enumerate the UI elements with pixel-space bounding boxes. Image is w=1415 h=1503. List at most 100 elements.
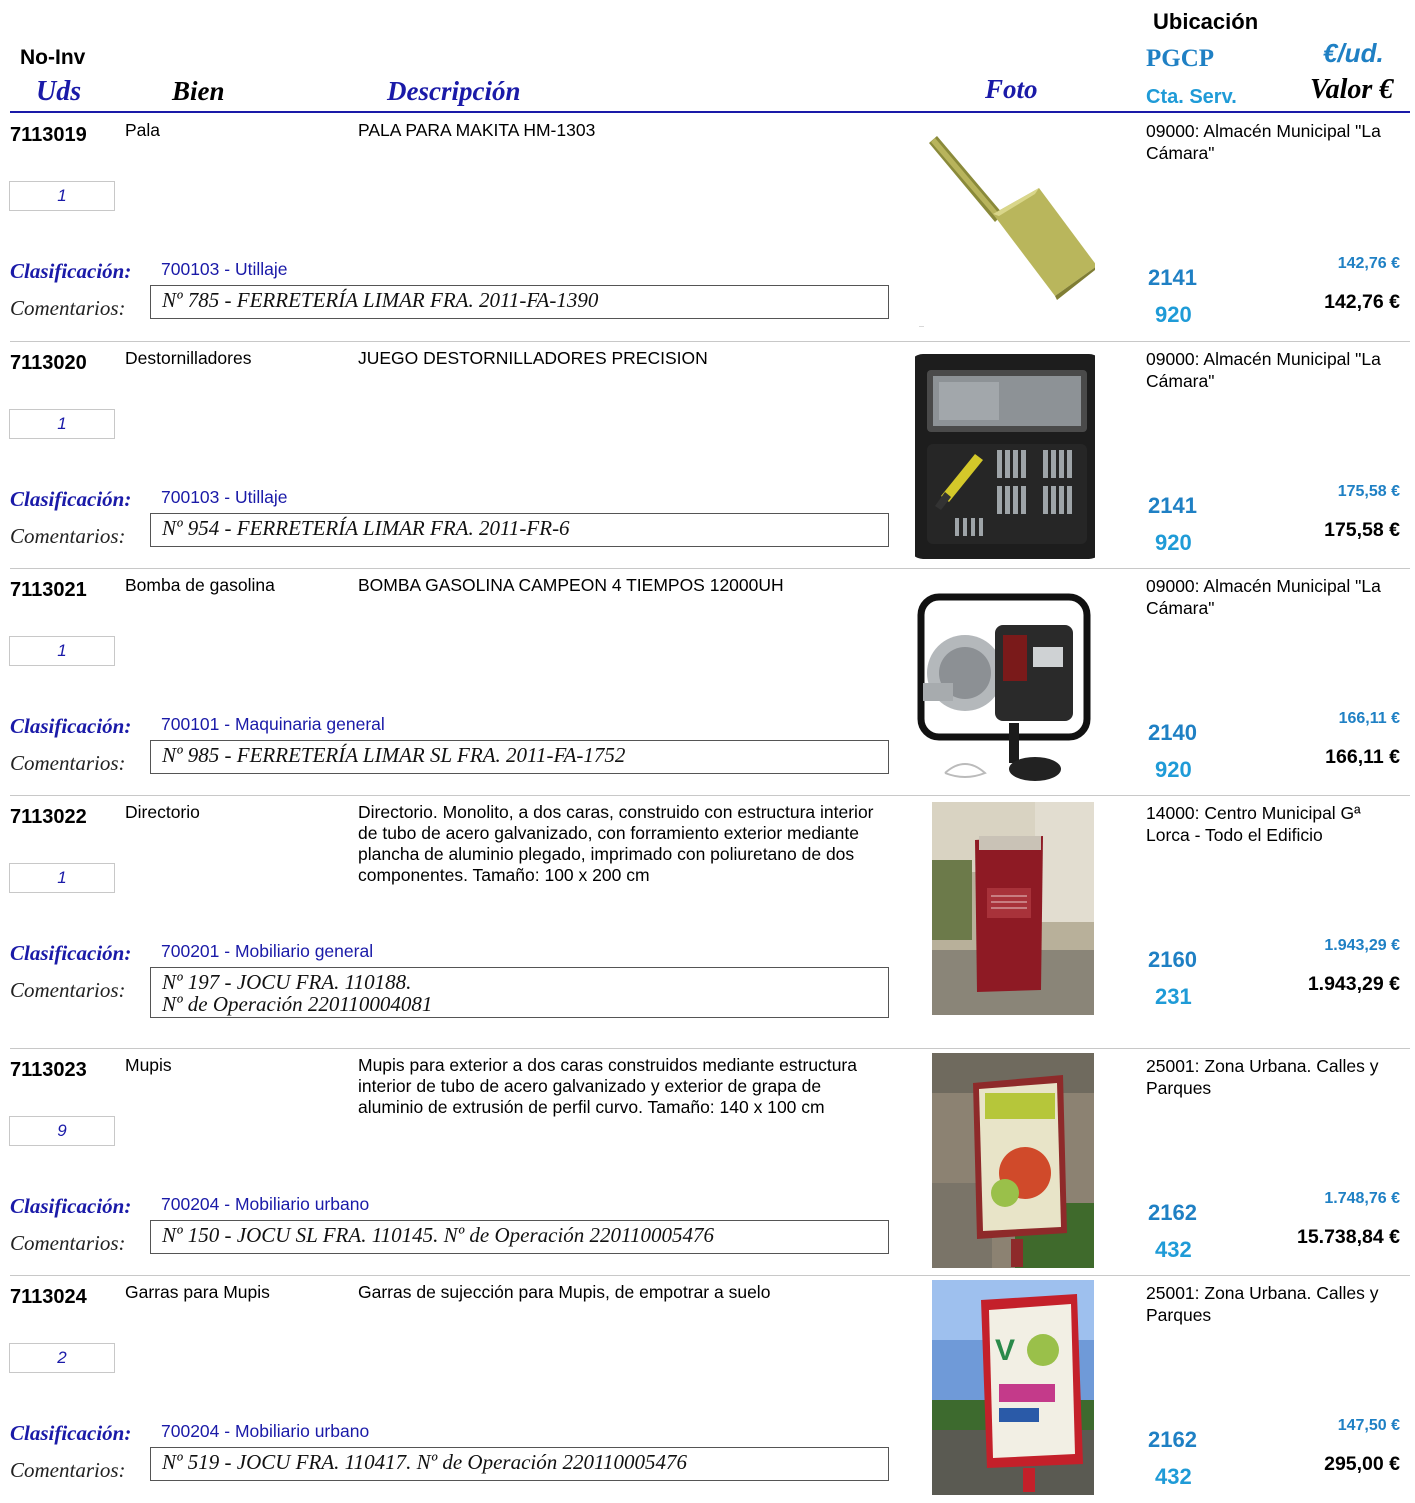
record-valor: 175,58 € [1324, 519, 1400, 541]
record-bien: Directorio [125, 802, 200, 822]
record-ubicacion: 09000: Almacén Municipal "La Cámara" [1146, 121, 1381, 163]
record-valor: 166,11 € [1325, 746, 1400, 768]
mupi-street-photo [932, 1053, 1094, 1268]
comentarios-label: Comentarios: [10, 296, 126, 320]
header-uds: Uds [36, 76, 82, 107]
mupi-park-photo: V [932, 1280, 1094, 1495]
header-no-inv: No-Inv [20, 46, 86, 69]
directory-monolith-photo [932, 802, 1094, 1015]
header-divider [10, 111, 1410, 113]
record-comentarios-box: Nº 150 - JOCU SL FRA. 110145. Nº de Oper… [150, 1220, 889, 1254]
record-comentarios-box: Nº 785 - FERRETERÍA LIMAR FRA. 2011-FA-1… [150, 285, 889, 319]
record-pgcp: 2141 [1148, 265, 1197, 290]
clasificacion-label: Clasificación: [10, 941, 132, 965]
comentarios-label: Comentarios: [10, 1231, 126, 1255]
clasificacion-label: Clasificación: [10, 1421, 132, 1445]
record-cta-serv: 231 [1155, 984, 1192, 1009]
record-descripcion: JUEGO DESTORNILLADORES PRECISION [358, 348, 708, 368]
record-comentarios-box: Nº 519 - JOCU FRA. 110417. Nº de Operaci… [150, 1447, 889, 1481]
header-cta-serv: Cta. Serv. [1146, 86, 1237, 108]
record-comentarios: Nº 150 - JOCU SL FRA. 110145. Nº de Oper… [162, 1223, 714, 1247]
comentarios-label: Comentarios: [10, 751, 126, 775]
inventory-record: 7113021 Bomba de gasolina BOMBA GASOLINA… [0, 569, 1415, 796]
record-cta-serv: 920 [1155, 757, 1192, 782]
record-eur-ud: 1.943,29 € [1324, 937, 1400, 954]
record-pgcp: 2162 [1148, 1427, 1197, 1452]
record-cta-serv: 432 [1155, 1464, 1192, 1489]
record-inventory-number: 7113021 [10, 579, 87, 601]
record-inventory-number: 7113023 [10, 1059, 87, 1081]
record-clasificacion: 700204 - Mobiliario urbano [161, 1421, 370, 1441]
record-units-field: 1 [9, 863, 115, 893]
record-pgcp: 2140 [1148, 720, 1197, 745]
record-eur-ud: 147,50 € [1337, 1417, 1400, 1434]
header-valor: Valor € [1310, 74, 1394, 105]
record-bien: Garras para Mupis [125, 1282, 270, 1302]
record-pgcp: 2160 [1148, 947, 1197, 972]
header-descripcion: Descripción [387, 76, 521, 106]
comentarios-label: Comentarios: [10, 524, 126, 548]
inventory-record: 7113020 Destornilladores JUEGO DESTORNIL… [0, 342, 1415, 569]
record-units-field: 1 [9, 636, 115, 666]
clasificacion-label: Clasificación: [10, 259, 132, 283]
header-pgcp: PGCP [1146, 45, 1215, 72]
record-units-field: 1 [9, 181, 115, 211]
inventory-record: 7113022 Directorio Directorio. Monolito,… [0, 796, 1415, 1023]
clasificacion-label: Clasificación: [10, 714, 132, 738]
comentarios-label: Comentarios: [10, 1458, 126, 1482]
record-eur-ud: 142,76 € [1337, 255, 1400, 272]
record-cta-serv: 432 [1155, 1237, 1192, 1262]
record-clasificacion: 700101 - Maquinaria general [161, 714, 385, 734]
record-units-field: 1 [9, 409, 115, 439]
record-valor: 142,76 € [1324, 291, 1400, 313]
record-cta-serv: 920 [1155, 530, 1192, 555]
record-units-field: 2 [9, 1343, 115, 1373]
record-inventory-number: 7113024 [10, 1286, 87, 1308]
svg-text:—: — [919, 324, 924, 330]
record-clasificacion: 700103 - Utillaje [161, 259, 288, 279]
record-comentarios: Nº 519 - JOCU FRA. 110417. Nº de Operaci… [162, 1450, 687, 1474]
record-bien: Bomba de gasolina [125, 575, 275, 595]
record-inventory-number: 7113019 [10, 124, 87, 146]
record-bien: Pala [125, 120, 161, 140]
table-header: No-Inv Uds Bien Descripción Foto Ubicaci… [0, 0, 1415, 114]
record-pgcp: 2162 [1148, 1200, 1197, 1225]
record-ubicacion: 09000: Almacén Municipal "La Cámara" [1146, 576, 1381, 618]
record-descripcion: Directorio. Monolito, a dos caras, const… [358, 802, 874, 885]
record-descripcion: PALA PARA MAKITA HM-1303 [358, 120, 596, 140]
record-valor: 15.738,84 € [1296, 1226, 1400, 1248]
header-foto: Foto [985, 74, 1038, 104]
screwdriver-case-photo [915, 346, 1095, 561]
record-eur-ud: 1.748,76 € [1324, 1190, 1400, 1207]
record-eur-ud: 166,11 € [1338, 710, 1400, 727]
clasificacion-label: Clasificación: [10, 487, 132, 511]
record-ubicacion: 25001: Zona Urbana. Calles y Parques [1146, 1283, 1379, 1325]
record-inventory-number: 7113022 [10, 806, 87, 828]
record-clasificacion: 700204 - Mobiliario urbano [161, 1194, 370, 1214]
record-ubicacion: 14000: Centro Municipal Gª Lorca - Todo … [1146, 803, 1361, 845]
record-descripcion: Garras de sujección para Mupis, de empot… [358, 1282, 771, 1302]
record-cta-serv: 920 [1155, 302, 1192, 327]
record-eur-ud: 175,58 € [1337, 483, 1400, 500]
spade-chisel-photo: — [915, 118, 1095, 333]
record-bien: Destornilladores [125, 348, 252, 368]
comentarios-label: Comentarios: [10, 978, 126, 1002]
record-inventory-number: 7113020 [10, 352, 87, 374]
record-bien: Mupis [125, 1055, 172, 1075]
record-comentarios: Nº 954 - FERRETERÍA LIMAR FRA. 2011-FR-6 [162, 516, 570, 540]
record-comentarios: Nº 197 - JOCU FRA. 110188. [162, 970, 412, 994]
inventory-record: 7113024 Garras para Mupis Garras de suje… [0, 1276, 1415, 1503]
record-comentarios: Nº 985 - FERRETERÍA LIMAR SL FRA. 2011-F… [162, 743, 626, 767]
header-bien: Bien [172, 76, 225, 106]
header-eur-ud: €/ud. [1323, 38, 1384, 68]
water-pump-photo [915, 573, 1095, 788]
record-units-field: 9 [9, 1116, 115, 1146]
record-descripcion: BOMBA GASOLINA CAMPEON 4 TIEMPOS 12000UH [358, 575, 784, 595]
record-comentarios: Nº 785 - FERRETERÍA LIMAR FRA. 2011-FA-1… [162, 288, 599, 312]
header-ubicacion: Ubicación [1153, 9, 1259, 34]
record-ubicacion: 25001: Zona Urbana. Calles y Parques [1146, 1056, 1379, 1098]
record-ubicacion: 09000: Almacén Municipal "La Cámara" [1146, 349, 1381, 391]
record-clasificacion: 700201 - Mobiliario general [161, 941, 374, 961]
record-comentarios-box: Nº 954 - FERRETERÍA LIMAR FRA. 2011-FR-6 [150, 513, 889, 547]
record-clasificacion: 700103 - Utillaje [161, 487, 288, 507]
